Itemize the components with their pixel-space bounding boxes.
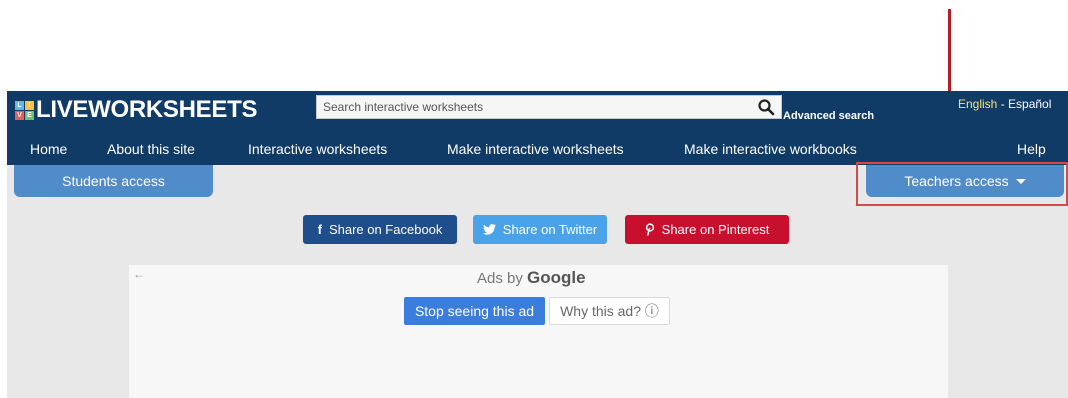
facebook-icon: f	[317, 222, 322, 237]
logo-grid-icon: L I V E	[15, 100, 34, 120]
pinterest-icon	[645, 223, 654, 236]
logo-letter-i: I	[25, 100, 34, 110]
students-access-button[interactable]: Students access	[14, 165, 213, 197]
share-facebook-button[interactable]: f Share on Facebook	[303, 215, 457, 244]
annotation-highlight-box	[856, 162, 1068, 206]
share-twitter-button[interactable]: Share on Twitter	[473, 215, 607, 244]
share-pinterest-label: Share on Pinterest	[661, 222, 770, 237]
logo-text: LIVEWORKSHEETS	[36, 96, 258, 123]
students-access-label: Students access	[62, 173, 165, 189]
search-box	[316, 95, 782, 119]
logo-letter-e: E	[25, 110, 34, 120]
language-spanish-link[interactable]: Español	[1008, 97, 1051, 111]
language-switcher: English - Español	[958, 97, 1051, 111]
twitter-icon	[482, 224, 496, 235]
logo-letter-l: L	[15, 100, 24, 110]
stop-seeing-ad-button[interactable]: Stop seeing this ad	[404, 297, 545, 325]
google-text: Google	[527, 268, 586, 287]
search-icon[interactable]	[757, 98, 775, 116]
search-input[interactable]	[317, 96, 747, 118]
nav-home[interactable]: Home	[30, 141, 67, 161]
nav-about[interactable]: About this site	[107, 141, 195, 161]
logo-letter-v: V	[15, 110, 24, 120]
site-header: L I V E LIVEWORKSHEETS Advanced search E…	[7, 91, 1068, 165]
ads-by-google-label: Ads by Google	[477, 268, 586, 288]
ad-area: ← Ads by Google Stop seeing this ad Why …	[129, 265, 948, 398]
stop-seeing-ad-label: Stop seeing this ad	[414, 303, 535, 319]
share-pinterest-button[interactable]: Share on Pinterest	[625, 215, 789, 244]
nav-help[interactable]: Help	[1017, 141, 1046, 161]
back-arrow-icon[interactable]: ←	[133, 267, 145, 281]
site-logo[interactable]: L I V E LIVEWORKSHEETS	[15, 95, 257, 125]
language-separator: -	[997, 97, 1009, 111]
language-english-link[interactable]: English	[958, 97, 997, 111]
advanced-search-link[interactable]: Advanced search	[783, 110, 874, 122]
why-this-ad-button[interactable]: Why this ad? ⓘ	[549, 297, 670, 325]
ads-by-text: Ads by	[477, 270, 523, 287]
screenshot-page: L I V E LIVEWORKSHEETS Advanced search E…	[0, 0, 1068, 398]
why-this-ad-label: Why this ad? ⓘ	[560, 303, 659, 319]
nav-make-workbooks[interactable]: Make interactive workbooks	[684, 141, 857, 161]
nav-interactive-worksheets[interactable]: Interactive worksheets	[248, 141, 387, 161]
nav-make-worksheets[interactable]: Make interactive worksheets	[447, 141, 624, 161]
website-frame: L I V E LIVEWORKSHEETS Advanced search E…	[7, 91, 1068, 398]
share-facebook-label: Share on Facebook	[328, 222, 443, 237]
share-twitter-label: Share on Twitter	[502, 222, 598, 237]
